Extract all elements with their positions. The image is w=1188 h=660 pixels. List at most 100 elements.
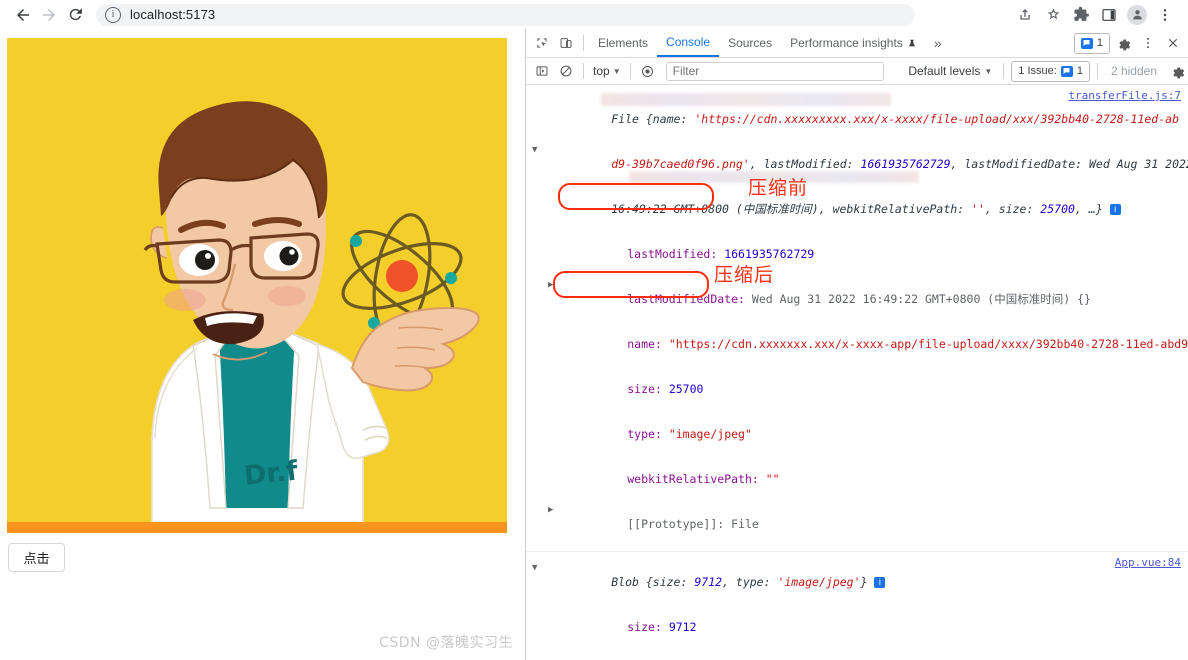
console-settings-button[interactable]	[1165, 59, 1188, 83]
devtools-tabbar: Elements Console Sources Performance ins…	[526, 29, 1188, 58]
file-prop-lastmodifieddate: ▶ lastModifiedDate: Wed Aug 31 2022 16:49…	[526, 277, 1188, 322]
gear-icon	[1172, 66, 1184, 78]
file-header-prefix: File {name:	[611, 112, 695, 126]
expand-arrow-icon[interactable]: ▶	[548, 278, 557, 293]
blob-header-type-label: , type:	[722, 575, 778, 589]
close-icon	[1168, 38, 1178, 48]
file-name-url-part1: 'https://cdn.xxxxxxxxx.xxx/x-xxxx/file-u…	[694, 112, 1041, 126]
file-size-label-inline: , size:	[984, 202, 1041, 216]
address-bar[interactable]: i localhost:5173	[96, 3, 915, 26]
device-toolbar-button[interactable]	[554, 31, 578, 55]
issues-label: 1 Issue:	[1018, 65, 1057, 77]
file-name-url-tail: 392bb40-2728-11ed-ab	[1040, 112, 1180, 126]
profile-button[interactable]	[1124, 2, 1150, 28]
devtools-close-button[interactable]	[1161, 31, 1185, 55]
gear-icon	[1118, 38, 1130, 50]
back-button[interactable]	[10, 2, 36, 28]
console-message-list[interactable]: transferFile.js:7 File {name: 'https://c…	[526, 85, 1188, 660]
bookmark-button[interactable]	[1040, 2, 1066, 28]
issues-count: 1	[1076, 65, 1083, 77]
file-prop-name-tail: 392bb40-2728-11ed-abd9-39	[1035, 337, 1188, 351]
watermark-text: CSDN @落魄实习生	[379, 635, 513, 651]
clear-console-icon	[560, 65, 572, 77]
file-prop-size-value: 25700	[668, 382, 704, 396]
file-name-url-part2: d9-39b7caed0f96.png'	[611, 157, 750, 171]
chevron-down-icon: ▼	[612, 66, 621, 76]
live-expression-button[interactable]	[636, 59, 660, 83]
log-levels-selector[interactable]: Default levels ▼	[902, 64, 998, 78]
chevron-down-icon: ▼	[984, 66, 993, 76]
blob-header-size: 9712	[694, 575, 723, 589]
site-info-icon[interactable]: i	[105, 6, 121, 23]
message-count-text: 1	[1096, 37, 1103, 49]
share-button[interactable]	[1012, 2, 1038, 28]
file-lastmodified-value: 1661935762729	[860, 157, 951, 171]
devtools-more-options-button[interactable]	[1136, 31, 1160, 55]
tab-console[interactable]: Console	[657, 29, 720, 57]
url-text: localhost:5173	[130, 7, 216, 22]
blob-prop-size: size: 9712	[526, 605, 1188, 650]
browser-menu-button[interactable]	[1152, 2, 1178, 28]
file-date-rest: 16:49:22 GMT+0800 (中国标准时间), webkitRelati…	[611, 202, 972, 216]
file-prop-type-key: type:	[627, 427, 662, 441]
blob-prop-type: type: "image/jpeg"	[526, 650, 1188, 660]
issue-badge-icon	[1060, 65, 1073, 77]
devtools-settings-button[interactable]	[1111, 31, 1135, 55]
extensions-button[interactable]	[1068, 2, 1094, 28]
click-button[interactable]: 点击	[8, 543, 65, 572]
console-message-file[interactable]: transferFile.js:7 File {name: 'https://c…	[526, 85, 1188, 552]
info-icon[interactable]: i	[874, 577, 886, 588]
hero-bottom-band	[7, 522, 507, 533]
console-message-blob[interactable]: App.vue:84 ▼ Blob {size: 9712, type: 'ima…	[526, 552, 1188, 660]
scientist-illustration: Dr.f	[7, 38, 507, 533]
file-prop-lastmodified-value: 1661935762729	[724, 247, 815, 261]
issues-chip[interactable]: 1 Issue: 1	[1011, 60, 1090, 82]
reload-button[interactable]	[62, 2, 88, 28]
forward-button[interactable]	[36, 2, 62, 28]
tab-performance-insights[interactable]: Performance insights	[781, 29, 926, 57]
message-badge-icon	[1080, 37, 1093, 49]
inspect-element-icon	[537, 38, 547, 48]
live-expression-eye-icon	[642, 65, 654, 77]
side-panel-button[interactable]	[1096, 2, 1122, 28]
console-toolbar: top ▼ Default levels ▼ 1 Issue:	[526, 58, 1188, 85]
console-filter-input[interactable]	[665, 61, 884, 81]
hero-illustration: Dr.f	[7, 38, 507, 533]
blob-header-line: ▼ Blob {size: 9712, type: 'image/jpeg'} i	[526, 556, 1188, 605]
toolbar-divider	[583, 35, 584, 51]
devtools-tabbar-actions: 1	[1073, 31, 1188, 55]
three-dot-menu-icon	[1147, 37, 1149, 49]
expand-arrow-icon[interactable]: ▼	[532, 561, 541, 576]
clear-console-button[interactable]	[554, 59, 578, 83]
file-prop-wrp-value: ""	[765, 472, 780, 486]
file-prop-wrp-key: webkitRelativePath:	[627, 472, 759, 486]
message-count-chip[interactable]: 1	[1073, 32, 1110, 54]
more-tabs-button[interactable]: »	[926, 35, 950, 51]
tab-elements[interactable]: Elements	[589, 29, 657, 57]
expand-arrow-icon[interactable]: ▼	[532, 143, 541, 158]
tab-sources[interactable]: Sources	[719, 29, 781, 57]
info-icon[interactable]: i	[1109, 204, 1121, 215]
annotation-label-after-compression: 压缩后	[714, 264, 775, 286]
file-prop-type: type: "image/jpeg"	[526, 412, 1188, 457]
hidden-messages-label: 2 hidden	[1110, 64, 1157, 78]
file-prop-lastmodifieddate-value: Wed Aug 31 2022 16:49:22 GMT+0800 (中国标准时…	[751, 292, 1091, 306]
log-levels-label: Default levels	[908, 64, 981, 78]
javascript-context-selector[interactable]: top ▼	[589, 64, 625, 78]
expand-arrow-icon[interactable]: ▶	[548, 503, 557, 518]
file-wrp-inline: ''	[971, 202, 985, 216]
file-prop-lastmodifieddate-key: lastModifiedDate:	[627, 292, 745, 306]
file-ellipsis: , …}	[1074, 202, 1103, 216]
file-prop-webkitrelativepath: webkitRelativePath: ""	[526, 457, 1188, 502]
console-sidebar-toggle[interactable]	[530, 59, 554, 83]
browser-toolbar: i localhost:5173	[0, 0, 1188, 29]
coat-label: Dr.f	[242, 455, 299, 491]
file-lastmodifieddate-inline: , lastModifiedDate: Wed Aug 31 2022	[950, 157, 1188, 171]
account-avatar-icon	[1127, 4, 1147, 25]
inspect-element-button[interactable]	[530, 31, 554, 55]
star-icon	[1047, 8, 1059, 20]
blob-header-type-value: 'image/jpeg'	[777, 575, 861, 589]
file-header-line-3: 16:49:22 GMT+0800 (中国标准时间), webkitRelati…	[526, 187, 1188, 232]
file-prop-lastmodified-key: lastModified:	[627, 247, 718, 261]
arrow-right-icon	[43, 8, 55, 21]
